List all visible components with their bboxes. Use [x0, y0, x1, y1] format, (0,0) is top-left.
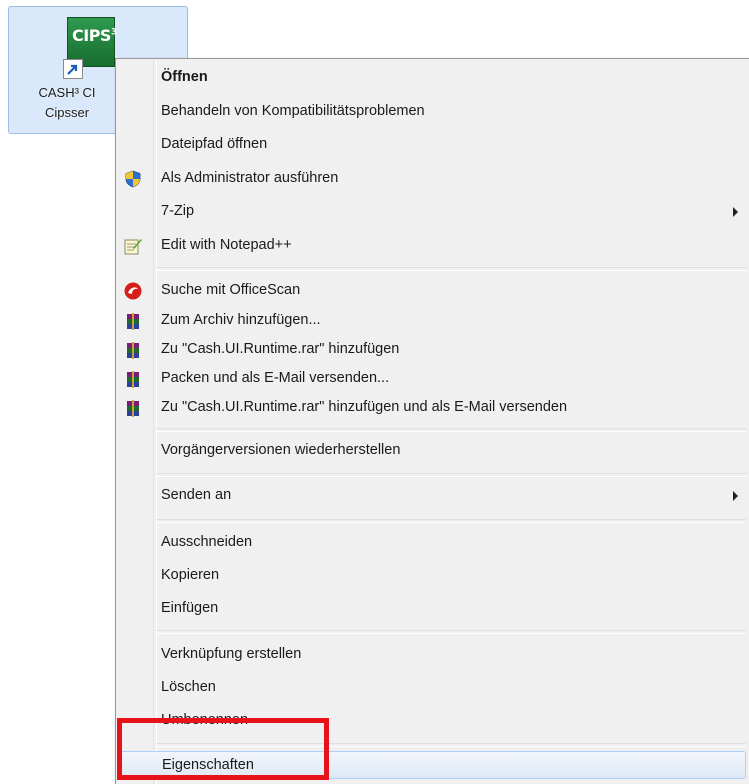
menu-item-edit-with-notepad[interactable]: Edit with Notepad++: [119, 232, 746, 260]
menu-item-create-shortcut[interactable]: Verknüpfung erstellen: [119, 641, 746, 669]
menu-item-paste[interactable]: Einfügen: [119, 595, 746, 623]
menu-item-add-to-rar-and-email[interactable]: Zu "Cash.UI.Runtime.rar" hinzufügen und …: [119, 394, 746, 422]
menu-separator: [156, 428, 746, 432]
menu-item-label: Einfügen: [161, 600, 219, 616]
menu-item-label: Verknüpfung erstellen: [161, 646, 302, 662]
menu-separator: [156, 630, 746, 634]
menu-item-label: Vorgängerversionen wiederherstellen: [161, 442, 401, 458]
context-menu: Öffnen Behandeln von Kompatibilitätsprob…: [115, 58, 749, 784]
winrar-icon: [123, 311, 143, 331]
menu-item-open-file-location[interactable]: Dateipfad öffnen: [119, 131, 746, 159]
menu-item-compress-and-email[interactable]: Packen und als E-Mail versenden...: [119, 365, 746, 393]
menu-item-label: Edit with Notepad++: [161, 237, 292, 253]
shortcut-arrow-icon: [63, 59, 83, 79]
menu-item-restore-previous-versions[interactable]: Vorgängerversionen wiederherstellen: [119, 437, 746, 465]
menu-item-label: Senden an: [161, 487, 232, 503]
menu-item-label: Dateipfad öffnen: [161, 136, 268, 152]
menu-item-7zip[interactable]: 7-Zip: [119, 198, 746, 226]
menu-item-label: Zu "Cash.UI.Runtime.rar" hinzufügen: [161, 341, 400, 357]
menu-item-label: Öffnen: [161, 69, 208, 85]
menu-item-add-to-archive[interactable]: Zum Archiv hinzufügen...: [119, 307, 746, 335]
menu-separator: [156, 267, 746, 271]
menu-item-label: Zum Archiv hinzufügen...: [161, 312, 321, 328]
desktop-icon-label-line1: CASH³ CI: [38, 85, 96, 100]
menu-item-open[interactable]: Öffnen: [119, 64, 746, 92]
desktop-icon-label-line2: Cipsser: [44, 105, 90, 120]
menu-item-label: Als Administrator ausführen: [161, 170, 339, 186]
menu-item-label: Zu "Cash.UI.Runtime.rar" hinzufügen und …: [161, 399, 568, 415]
menu-item-scan-with-officescan[interactable]: Suche mit OfficeScan: [119, 277, 746, 305]
menu-item-add-to-rar[interactable]: Zu "Cash.UI.Runtime.rar" hinzufügen: [119, 336, 746, 364]
menu-item-cut[interactable]: Ausschneiden: [119, 529, 746, 557]
menu-item-delete[interactable]: Löschen: [119, 674, 746, 702]
winrar-icon: [123, 340, 143, 360]
menu-item-label: Löschen: [161, 679, 216, 695]
uac-shield-icon: [123, 169, 143, 189]
menu-separator: [156, 473, 746, 477]
submenu-arrow-icon: [733, 491, 738, 501]
menu-item-label: Packen und als E-Mail versenden...: [161, 370, 390, 386]
menu-item-troubleshoot-compatibility[interactable]: Behandeln von Kompatibilitätsproblemen: [119, 98, 746, 126]
menu-item-label: Suche mit OfficeScan: [161, 282, 301, 298]
menu-separator: [156, 519, 746, 523]
menu-item-run-as-administrator[interactable]: Als Administrator ausführen: [119, 165, 746, 193]
menu-item-copy[interactable]: Kopieren: [119, 562, 746, 590]
notepad-plus-plus-icon: [123, 236, 143, 256]
menu-item-send-to[interactable]: Senden an: [119, 482, 746, 510]
winrar-icon: [123, 369, 143, 389]
submenu-arrow-icon: [733, 207, 738, 217]
winrar-icon: [123, 398, 143, 418]
desktop-icon-label: CASH³ CI Cipsser: [17, 83, 117, 123]
cips-logo-text: CIPS3: [72, 26, 117, 45]
officescan-icon: [123, 281, 143, 301]
menu-item-label: Behandeln von Kompatibilitätsproblemen: [161, 103, 425, 119]
red-highlight-annotation: [117, 718, 329, 780]
menu-item-label: Ausschneiden: [161, 534, 253, 550]
menu-item-label: Kopieren: [161, 567, 220, 583]
menu-item-label: 7-Zip: [161, 203, 195, 219]
